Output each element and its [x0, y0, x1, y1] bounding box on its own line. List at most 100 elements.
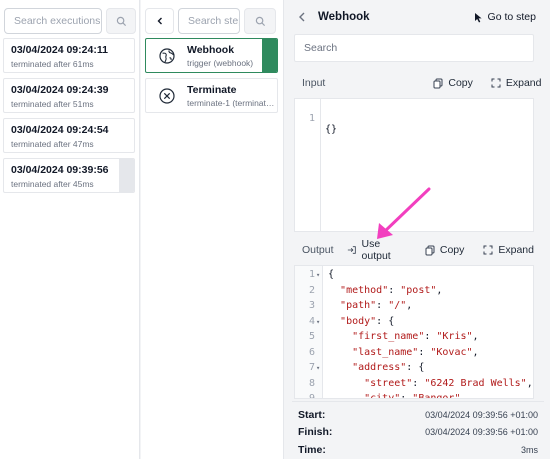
code-line: 1 {}: [295, 102, 533, 135]
line-number: 7: [308, 362, 315, 373]
detail-search-input[interactable]: Search: [294, 34, 534, 62]
code-line: 3 "path": "/",: [295, 300, 533, 315]
input-code-editor[interactable]: 1 {}: [294, 98, 534, 232]
line-number: 4: [308, 315, 315, 327]
execution-status: terminated after 51ms: [11, 99, 94, 109]
expand-label: Expand: [505, 77, 542, 89]
fold-toggle-icon[interactable]: ▾: [316, 271, 320, 279]
execution-status: terminated after 61ms: [11, 59, 94, 69]
fold-toggle-icon[interactable]: ▾: [316, 364, 320, 372]
run-stats: Start: 03/04/2024 09:39:56 +01:00 Finish…: [292, 401, 544, 459]
line-number: 5: [308, 331, 315, 342]
execution-timestamp: 03/04/2024 09:39:56: [11, 164, 109, 176]
output-label: Output: [302, 244, 334, 256]
output-code-editor[interactable]: 1 ▾{2 "method": "post", 3 "path": "/", 4 ▾ "…: [294, 265, 534, 399]
code-line: 6 "last_name": "Kovac",: [295, 346, 533, 362]
code-text: {: [328, 269, 335, 280]
input-expand-button[interactable]: Expand: [491, 77, 542, 89]
detail-title: Webhook: [318, 11, 370, 23]
search-icon: [255, 16, 265, 26]
input-label: Input: [302, 77, 326, 89]
output-header: Output Use output Copy Expand: [294, 235, 534, 265]
close-circle-icon: [158, 87, 176, 105]
step-name: Terminate: [187, 84, 237, 96]
detail-header: Webhook Go to step: [292, 0, 544, 34]
go-to-step-button[interactable]: Go to step: [474, 11, 536, 23]
execution-item[interactable]: 03/04/2024 09:24:54 terminated after 47m…: [3, 118, 135, 153]
executions-panel: Search executions 03/04/2024 09:24:11 te…: [0, 0, 140, 459]
step-name: Webhook: [187, 44, 235, 56]
expand-icon: [483, 245, 493, 255]
output-copy-button[interactable]: Copy: [425, 244, 465, 256]
back-button[interactable]: [145, 8, 174, 34]
step-subtitle: terminate-1 (terminate_run): [187, 98, 275, 108]
code-line: 4 ▾ "body": {: [295, 315, 533, 331]
execution-timestamp: 03/04/2024 09:24:54: [11, 124, 109, 136]
selection-marker: [262, 39, 277, 72]
steps-search-row: Search steps: [145, 8, 276, 34]
code-line: 5 "first_name": "Kris",: [295, 331, 533, 346]
step-item-terminate[interactable]: Terminate terminate-1 (terminate_run): [145, 78, 278, 113]
expand-icon: [491, 78, 501, 88]
stat-finish: Finish: 03/04/2024 09:39:56 +01:00: [298, 424, 538, 440]
code-line: 9 "city": "Bangor": [295, 393, 533, 399]
execution-status: terminated after 47ms: [11, 139, 94, 149]
stat-start: Start: 03/04/2024 09:39:56 +01:00: [298, 407, 538, 423]
use-output-label: Use output: [361, 238, 391, 262]
code-text: "body": {: [340, 315, 395, 327]
use-output-icon: [347, 246, 356, 254]
line-number: 9: [308, 393, 315, 399]
stat-value: 03/04/2024 09:39:56 +01:00: [425, 427, 538, 437]
code-text: {}: [325, 124, 338, 135]
steps-search-input[interactable]: Search steps: [178, 8, 240, 34]
code-text: "city": "Bangor": [364, 393, 461, 399]
code-text: "method": "post",: [340, 284, 443, 296]
executions-search-button[interactable]: [106, 8, 136, 34]
chevron-left-icon[interactable]: [298, 10, 318, 25]
code-line: 2 "method": "post",: [295, 284, 533, 300]
code-line: 7 ▾ "address": {: [295, 362, 533, 377]
code-text: "last_name": "Kovac",: [352, 346, 479, 358]
stat-label: Time:: [298, 444, 326, 456]
input-copy-button[interactable]: Copy: [433, 77, 473, 89]
code-text: "first_name": "Kris",: [352, 331, 479, 342]
steps-panel: Search steps Webhook trigger (webhook) T…: [141, 0, 284, 459]
executions-search-row: Search executions: [4, 8, 136, 34]
executions-search-input[interactable]: Search executions: [4, 8, 102, 34]
output-expand-button[interactable]: Expand: [483, 244, 534, 256]
copy-icon: [433, 78, 443, 88]
selection-marker: [119, 159, 134, 192]
stat-value: 3ms: [520, 445, 538, 455]
fold-toggle-icon[interactable]: ▾: [316, 318, 320, 326]
code-line: 1 ▾ {: [295, 269, 533, 284]
steps-search-button[interactable]: [244, 8, 276, 34]
step-item-webhook[interactable]: Webhook trigger (webhook): [145, 38, 278, 73]
chevron-left-icon: [157, 17, 162, 25]
search-icon: [116, 16, 126, 26]
line-number: 2: [308, 284, 315, 296]
stat-label: Start:: [298, 409, 326, 421]
line-number: 3: [308, 300, 315, 311]
execution-item[interactable]: 03/04/2024 09:24:11 terminated after 61m…: [3, 38, 135, 73]
line-number: 8: [308, 377, 315, 389]
execution-item[interactable]: 03/04/2024 09:24:39 terminated after 51m…: [3, 78, 135, 113]
step-detail-panel: Webhook Go to step Search Input Copy Exp…: [285, 0, 550, 459]
stat-value: 03/04/2024 09:39:56 +01:00: [425, 410, 538, 420]
use-output-button[interactable]: Use output: [347, 238, 404, 262]
line-number: 6: [308, 346, 315, 358]
execution-timestamp: 03/04/2024 09:24:39: [11, 84, 109, 96]
go-to-step-label: Go to step: [487, 11, 536, 23]
code-text: "path": "/",: [340, 300, 413, 311]
code-text: "address": {: [352, 362, 425, 373]
globe-icon: [158, 47, 176, 65]
line-number: 1: [308, 113, 315, 124]
stat-label: Finish:: [298, 426, 333, 438]
execution-status: terminated after 45ms: [11, 179, 94, 189]
code-text: "street": "6242 Brad Wells",: [364, 377, 533, 389]
expand-label: Expand: [498, 244, 534, 256]
execution-item-selected[interactable]: 03/04/2024 09:39:56 terminated after 45m…: [3, 158, 135, 193]
stat-time: Time: 3ms: [298, 442, 538, 458]
line-number: 1: [308, 269, 315, 280]
input-header: Input Copy Expand: [294, 68, 542, 98]
copy-label: Copy: [439, 244, 465, 256]
